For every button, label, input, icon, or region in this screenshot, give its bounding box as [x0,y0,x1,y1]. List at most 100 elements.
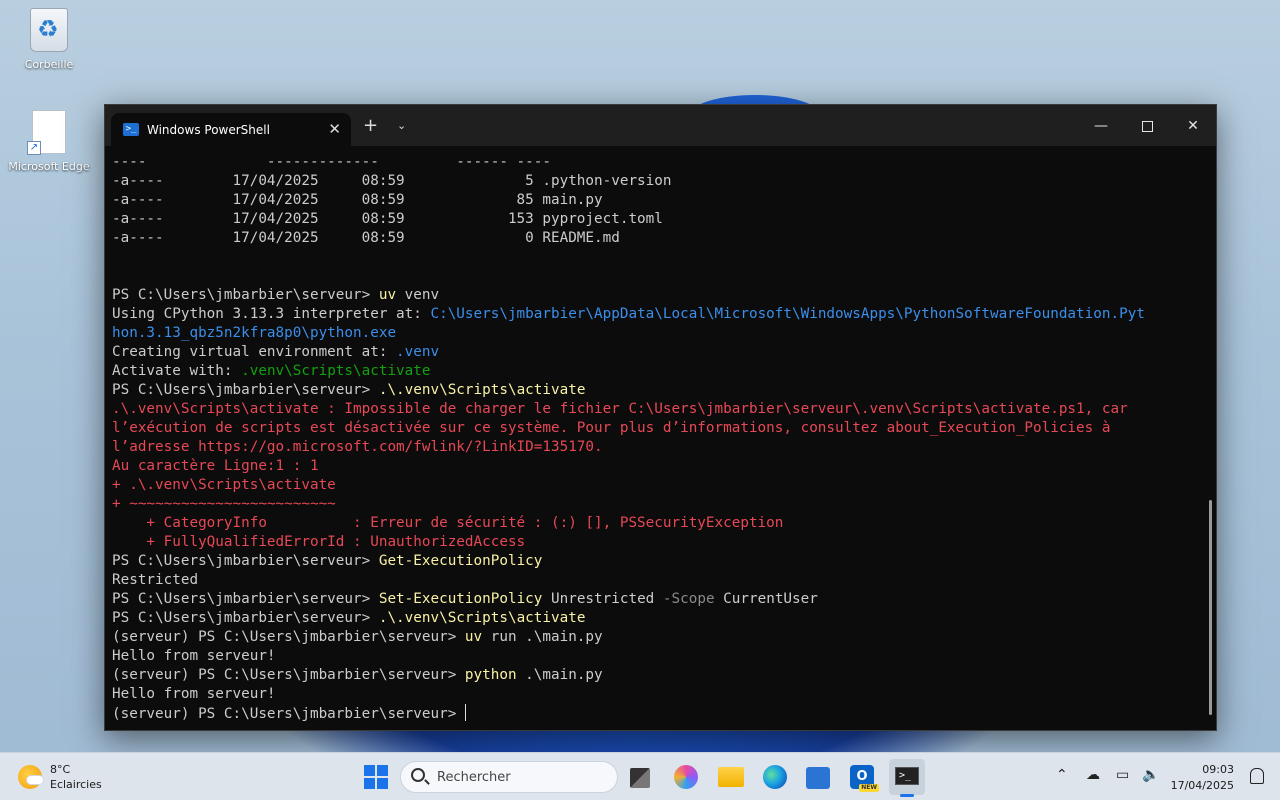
tab-powershell[interactable]: >_ Windows PowerShell ✕ [111,113,351,146]
console-text: .venv\Scripts\activate [241,363,431,379]
start-icon[interactable] [362,763,390,791]
console-text: -a---- 17/04/2025 08:59 0 README.md [112,230,620,246]
shortcut-file-icon: ↗ [27,110,66,155]
minimize-button[interactable]: — [1078,113,1124,139]
console-line: .\.venv\Scripts\activate : Impossible de… [112,400,1200,419]
console-text: Unrestricted [542,591,663,607]
console-text: -a---- 17/04/2025 08:59 85 main.py [112,192,603,208]
console-text: Using CPython 3.13.3 interpreter at: [112,306,431,322]
console-line: l’exécution de scripts est désactivée su… [112,419,1200,438]
console-line: PS C:\Users\jmbarbier\serveur> Get-Execu… [112,552,1200,571]
terminal-window: >_ Windows PowerShell ✕ + ⌄ — ✕ ---- ---… [104,104,1217,731]
console-line: Using CPython 3.13.3 interpreter at: C:\… [112,305,1200,324]
recycle-bin-icon [30,8,68,52]
console-text: hon.3.13_qbz5n2kfra8p0\python.exe [112,325,397,341]
search-box[interactable]: Rechercher [400,761,618,793]
console-line: + CategoryInfo : Erreur de sécurité : (:… [112,514,1200,533]
new-badge: NEW [859,784,879,792]
console-text: + .\.venv\Scripts\activate [112,477,336,493]
weather-cloud-icon [26,775,44,785]
outlook-icon[interactable]: O NEW [850,765,879,792]
taskbar: 8°C Eclaircies Rechercher O NEW >_ ⌃ ☁ ▭ … [0,752,1280,800]
console-line: Hello from serveur! [112,647,1200,666]
console-line: (serveur) PS C:\Users\jmbarbier\serveur>… [112,628,1200,647]
console-line: PS C:\Users\jmbarbier\serveur> Set-Execu… [112,590,1200,609]
copilot-icon[interactable] [674,765,698,789]
console-text: PS C:\Users\jmbarbier\serveur> [112,610,379,626]
edge-icon[interactable] [763,765,787,789]
console-text: run .\main.py [482,629,603,645]
desktop-icon-edge-shortcut[interactable]: ↗ Microsoft Edge [4,110,94,173]
console-line: -a---- 17/04/2025 08:59 153 pyproject.to… [112,210,1200,229]
console-text: PS C:\Users\jmbarbier\serveur> [112,382,379,398]
network-offline-icon[interactable]: ☁ [1086,767,1100,783]
search-placeholder: Rechercher [437,770,511,785]
new-tab-icon[interactable]: + [363,117,378,135]
maximize-button[interactable] [1124,113,1170,139]
console-text: l’adresse https://go.microsoft.com/fwlin… [112,439,603,455]
title-bar[interactable]: >_ Windows PowerShell ✕ + ⌄ — ✕ [105,105,1216,146]
console-text: .venv [396,344,440,360]
console-line: -a---- 17/04/2025 08:59 0 README.md [112,229,1200,248]
console-text: Set-ExecutionPolicy [378,591,543,607]
device-icon[interactable]: ▭ [1116,767,1129,783]
text-cursor [464,704,467,721]
console-output[interactable]: ---- ------------- ------ ---- -a---- 17/… [112,153,1200,726]
console-line: Creating virtual environment at: .venv [112,343,1200,362]
console-text: ---- ------------- ------ ---- [112,154,551,170]
console-text: Activate with: [112,363,242,379]
weather-temp: 8°C [50,763,71,776]
console-text: + ~~~~~~~~~~~~~~~~~~~~~~~~ [112,496,336,512]
console-line: + ~~~~~~~~~~~~~~~~~~~~~~~~ [112,495,1200,514]
console-text: PS C:\Users\jmbarbier\serveur> [112,591,379,607]
console-text: venv [396,287,440,303]
desktop-icon-recycle-bin[interactable]: Corbeille [4,8,94,71]
clock[interactable]: 09:03 17/04/2025 [1171,762,1234,794]
task-view-icon[interactable] [630,768,650,788]
console-line: -a---- 17/04/2025 08:59 5 .python-versio… [112,172,1200,191]
console-line: Restricted [112,571,1200,590]
console-text: Restricted [112,572,199,588]
file-explorer-icon[interactable] [718,767,744,787]
console-text: PS C:\Users\jmbarbier\serveur> [112,553,379,569]
console-text: uv [464,629,483,645]
active-indicator [900,794,914,797]
tab-title: Windows PowerShell [147,123,270,137]
notification-bell-icon[interactable] [1250,768,1264,784]
console-text: (serveur) PS C:\Users\jmbarbier\serveur> [112,629,465,645]
console-line: PS C:\Users\jmbarbier\serveur> .\.venv\S… [112,381,1200,400]
chevron-down-icon[interactable]: ⌄ [397,119,406,132]
console-text: Hello from serveur! [112,686,276,702]
console-line: PS C:\Users\jmbarbier\serveur> uv venv [112,286,1200,305]
chevron-up-icon[interactable]: ⌃ [1056,767,1068,783]
console-line: (serveur) PS C:\Users\jmbarbier\serveur> [112,704,1200,723]
console-text: C:\Users\jmbarbier\AppData\Local\Microso… [430,306,1145,322]
console-text: CurrentUser [714,591,818,607]
console-text: Hello from serveur! [112,648,276,664]
store-icon[interactable] [806,767,830,789]
clock-time: 09:03 [1202,763,1234,776]
console-text: Creating virtual environment at: [112,344,397,360]
console-text: -a---- 17/04/2025 08:59 5 .python-versio… [112,173,672,189]
console-text: .\main.py [516,667,603,683]
console-text: .\.venv\Scripts\activate [378,610,586,626]
tab-close-icon[interactable]: ✕ [328,120,341,138]
terminal-icon[interactable]: >_ [889,759,925,797]
console-text: -Scope [662,591,715,607]
scrollbar[interactable] [1209,500,1212,715]
console-text: uv [378,287,397,303]
powershell-icon: >_ [123,123,139,136]
close-button[interactable]: ✕ [1170,113,1216,139]
console-line: + FullyQualifiedErrorId : UnauthorizedAc… [112,533,1200,552]
volume-icon[interactable]: 🔈 [1142,767,1159,783]
console-text: + FullyQualifiedErrorId : UnauthorizedAc… [112,534,526,550]
console-text: (serveur) PS C:\Users\jmbarbier\serveur> [112,667,465,683]
maximize-icon [1141,120,1153,132]
console-text: + CategoryInfo : Erreur de sécurité : (:… [112,515,784,531]
console-line: hon.3.13_qbz5n2kfra8p0\python.exe [112,324,1200,343]
console-line: ---- ------------- ------ ---- [112,153,1200,172]
search-icon [411,768,425,782]
console-line: Au caractère Ligne:1 : 1 [112,457,1200,476]
